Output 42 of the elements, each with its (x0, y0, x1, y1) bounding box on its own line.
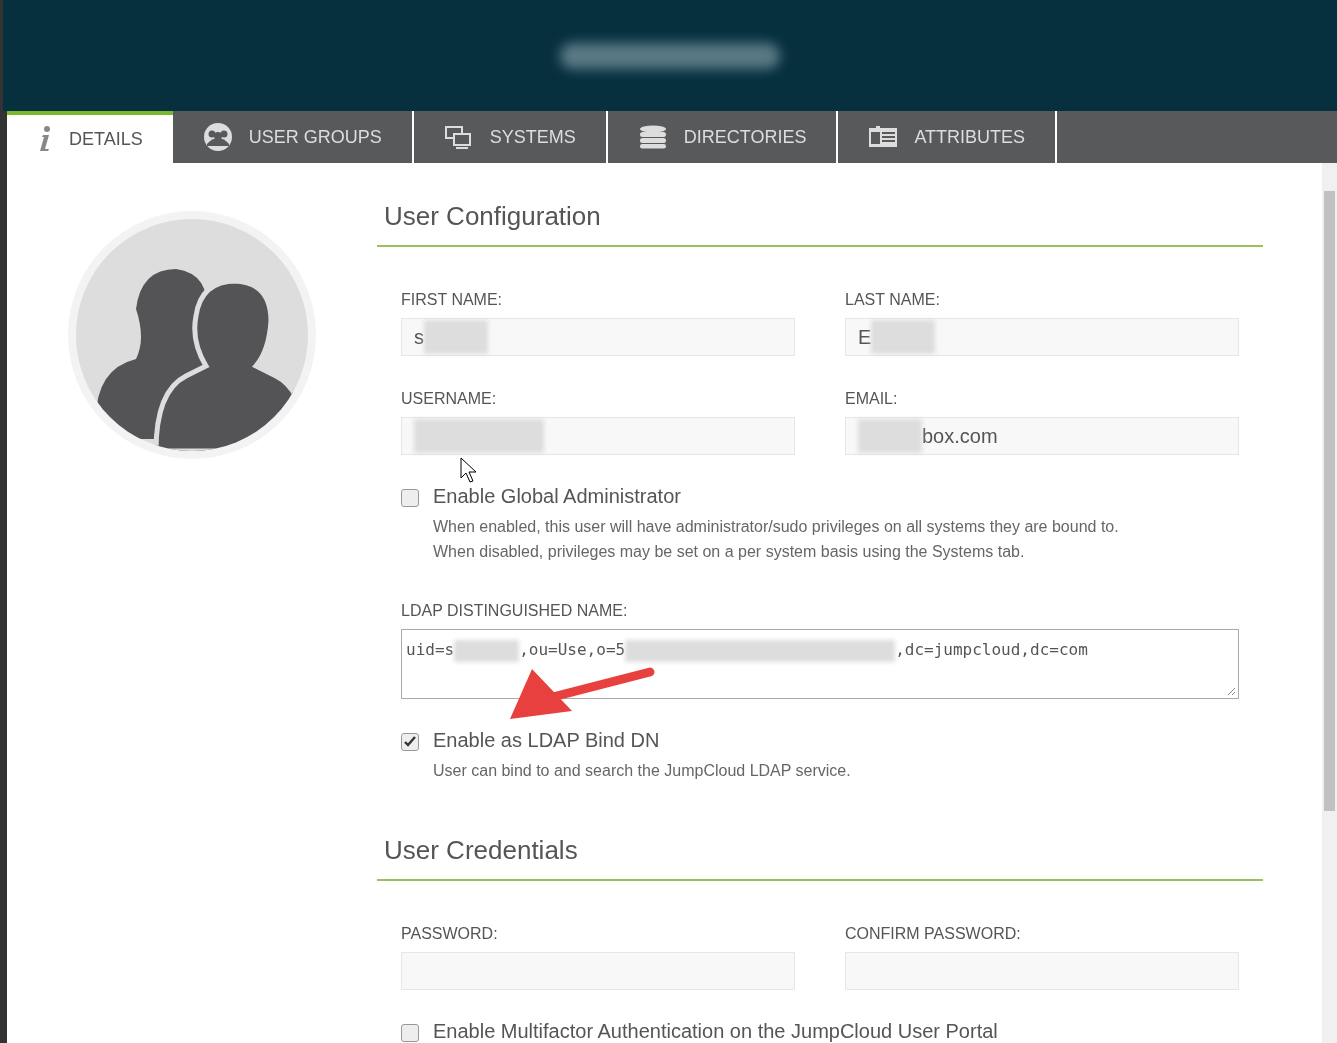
section-title: User Credentials (384, 835, 579, 866)
text-area[interactable]: uid=s ,ou=Use,o=5 ,dc=jumpcloud,dc=com (401, 629, 1239, 699)
dn-text: ,ou=Use (519, 640, 587, 659)
description-text: User can bind to and search the JumpCloud LDAP service. (433, 761, 851, 781)
input-field[interactable] (845, 952, 1239, 990)
dn-text: ,o=5 (586, 640, 626, 659)
redaction (858, 419, 922, 453)
field-label: CONFIRM PASSWORD: (845, 925, 1022, 943)
checkbox[interactable] (401, 489, 419, 507)
field-label: USERNAME: (401, 390, 498, 408)
resize-grip-icon[interactable] (1226, 686, 1236, 696)
tab[interactable]: DETAILS (7, 111, 173, 163)
input-field[interactable]: box.com (845, 417, 1239, 455)
monitors-icon (443, 124, 474, 151)
checkbox[interactable] (401, 733, 419, 751)
id-card-icon (868, 126, 899, 149)
checkbox[interactable] (401, 1024, 419, 1042)
checkbox-label: Enable Multifactor Authentication on the JumpCloud User Portal (433, 1020, 998, 1043)
input-field[interactable] (401, 417, 795, 455)
input-field[interactable]: E (845, 318, 1239, 356)
section-title: User Configuration (384, 201, 602, 232)
field-label: PASSWORD: (401, 925, 499, 943)
group-icon (202, 122, 233, 153)
database-icon (637, 125, 668, 150)
field-label: LDAP DISTINGUISHED NAME: (401, 602, 629, 620)
checkbox-label: Enable Global Administrator (433, 485, 681, 507)
field-label: LAST NAME: (845, 291, 941, 309)
description-text: When enabled, this user will have administrator/sudo privileges on all systems they are bound to. (433, 517, 1119, 537)
redaction (424, 320, 488, 354)
field-label: EMAIL: (845, 390, 899, 408)
dn-text: uid=s (406, 640, 455, 659)
description-text: When disabled, privileges may be set on a per system basis using the Systems tab. (433, 542, 1026, 562)
redaction (871, 320, 936, 354)
redaction (454, 640, 520, 662)
checkbox-label: Enable as LDAP Bind DN (433, 729, 660, 751)
scrollbar[interactable] (1322, 163, 1337, 1043)
field-label: FIRST NAME: (401, 291, 504, 309)
input-field[interactable]: s (401, 318, 795, 356)
info-icon (37, 125, 53, 154)
input-field[interactable] (401, 952, 795, 990)
cursor-icon (460, 457, 476, 483)
dn-text: ,dc=jumpcloud,dc=com (895, 640, 1088, 659)
